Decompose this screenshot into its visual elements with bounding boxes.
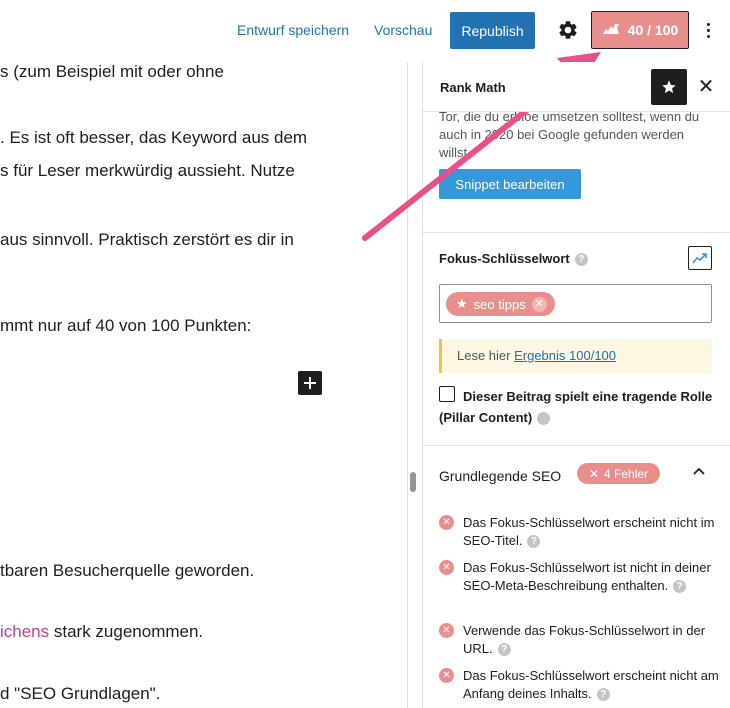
paragraph-line[interactable]: . Es ist oft besser, das Keyword aus dem <box>0 128 307 148</box>
error-x-icon: ✕ <box>439 668 454 683</box>
rank-math-sidebar: Tor, die du erbloe umsetzen solltest, we… <box>422 62 730 708</box>
paragraph-line[interactable]: aus sinnvoll. Praktisch zerstört es dir … <box>0 230 294 250</box>
pillar-content-label: Dieser Beitrag spielt eine tragende Roll… <box>439 389 713 426</box>
seo-check-item: ✕ Das Fokus-Schlüsselwort erscheint nicht… <box>439 667 719 703</box>
paragraph-line[interactable]: mmt nur auf 40 von 100 Punkten: <box>0 316 251 336</box>
close-icon[interactable]: ✕ <box>697 76 715 98</box>
paragraph-line[interactable]: s für Leser merkwürdig aussieht. Nutze <box>0 161 295 181</box>
keyword-tag: ★ seo tipps ✕ <box>446 292 555 316</box>
chevron-up-icon[interactable] <box>691 464 707 480</box>
more-options-icon[interactable] <box>700 17 716 43</box>
trends-icon[interactable] <box>688 246 712 270</box>
help-icon[interactable]: ? <box>574 253 588 267</box>
paragraph-line[interactable]: tbaren Besucherquelle geworden. <box>0 561 254 581</box>
error-x-icon: ✕ <box>439 515 454 530</box>
paragraph-line[interactable]: s (zum Beispiel mit oder ohne <box>0 62 224 82</box>
error-x-icon: ✕ <box>439 560 454 575</box>
basic-seo-heading[interactable]: Grundlegende SEO <box>439 468 561 484</box>
snippet-preview-text: Tor, die du erbloe umsetzen solltest, we… <box>439 109 700 160</box>
add-block-button[interactable] <box>298 371 322 395</box>
result-link[interactable]: Ergebnis 100/100 <box>514 348 616 363</box>
seo-score-value: 40 / 100 <box>627 22 679 38</box>
inline-link[interactable]: ichens <box>0 622 49 641</box>
score-notice: Lese hier Ergebnis 100/100 <box>439 339 712 373</box>
star-icon: ★ <box>456 296 468 311</box>
pillar-content-checkbox[interactable] <box>439 386 455 402</box>
keyword-tag-label: seo tipps <box>473 296 526 312</box>
paragraph-line[interactable]: ichens stark zugenommen. <box>0 622 203 642</box>
focus-keyword-input[interactable]: ★ seo tipps ✕ <box>439 284 712 323</box>
section-divider <box>423 445 730 446</box>
help-icon[interactable]: ? <box>673 580 687 594</box>
post-editor-content[interactable]: s (zum Beispiel mit oder ohne . Es ist o… <box>0 62 407 708</box>
paragraph-text: stark zugenommen. <box>49 622 204 641</box>
seo-check-item: ✕ Verwende das Fokus-Schlüsselwort in der… <box>439 622 719 658</box>
edit-snippet-button[interactable]: Snippet bearbeiten <box>439 169 581 199</box>
rank-math-score-button[interactable]: 40 / 100 <box>591 11 689 49</box>
preview-button[interactable]: Vorschau <box>374 22 432 38</box>
help-icon[interactable]: ? <box>537 412 567 426</box>
star-pin-icon[interactable] <box>651 69 687 105</box>
remove-keyword-icon[interactable]: ✕ <box>531 296 547 312</box>
scrollbar-thumb[interactable] <box>410 472 416 492</box>
error-x-icon: ✕ <box>439 623 454 638</box>
help-icon[interactable]: ? <box>497 643 511 657</box>
settings-gear-icon[interactable] <box>557 19 579 41</box>
republish-button[interactable]: Republish <box>450 12 535 49</box>
rank-math-logo-icon <box>602 22 620 38</box>
seo-check-item: ✕ Das Fokus-Schlüsselwort erscheint nicht… <box>439 514 719 550</box>
section-divider <box>423 232 730 233</box>
help-icon[interactable]: ? <box>596 688 610 702</box>
focus-keyword-label: Fokus-Schlüsselwort? <box>439 251 588 267</box>
help-icon[interactable]: ? <box>527 535 541 549</box>
editor-toolbar: Entwurf speichern Vorschau Republish 40 … <box>0 0 730 62</box>
editor-divider <box>407 62 408 708</box>
save-draft-button[interactable]: Entwurf speichern <box>237 22 349 38</box>
sidebar-title: Rank Math <box>440 80 506 95</box>
error-count-badge: ✕ 4 Fehler <box>577 463 660 484</box>
sidebar-header: Rank Math ✕ <box>423 62 730 112</box>
paragraph-line[interactable]: d "SEO Grundlagen". <box>0 684 160 704</box>
seo-check-item: ✕ Das Fokus-Schlüsselwort ist nicht in de… <box>439 559 719 595</box>
